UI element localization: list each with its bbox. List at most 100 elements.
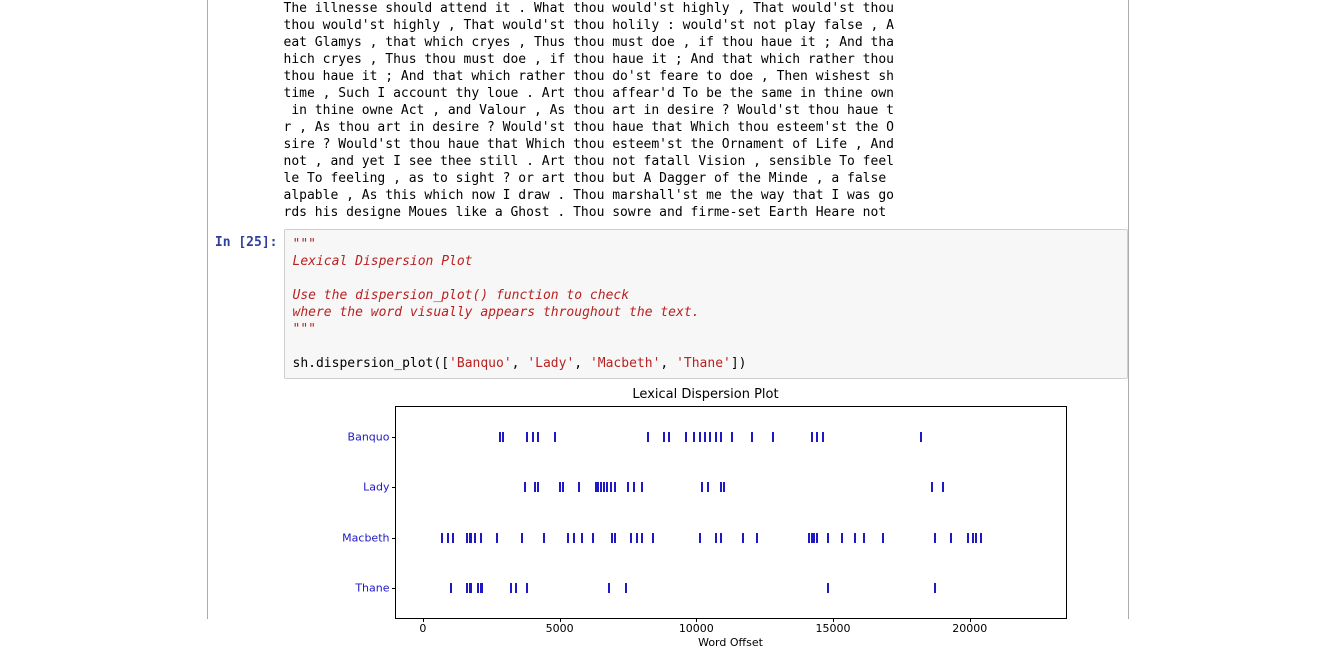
- dispersion-mark: [663, 432, 665, 442]
- dispersion-mark: [772, 432, 774, 442]
- ytick-label: Banquo: [348, 431, 390, 444]
- dispersion-mark: [742, 533, 744, 543]
- dispersion-mark: [524, 482, 526, 492]
- dispersion-mark: [699, 533, 701, 543]
- output-text-cell: The illnesse should attend it . What tho…: [208, 0, 1128, 229]
- dispersion-mark: [447, 533, 449, 543]
- dispersion-mark: [715, 432, 717, 442]
- dispersion-mark: [751, 432, 753, 442]
- dispersion-mark: [699, 432, 701, 442]
- dispersion-mark: [720, 432, 722, 442]
- xtick-label: 15000: [816, 622, 851, 635]
- dispersion-mark: [731, 432, 733, 442]
- dispersion-mark: [816, 533, 818, 543]
- dispersion-mark: [704, 432, 706, 442]
- plot-area: BanquoLadyMacbethThane050001000015000200…: [395, 406, 1067, 619]
- xlabel: Word Offset: [698, 636, 763, 649]
- dispersion-mark: [756, 533, 758, 543]
- dispersion-mark: [882, 533, 884, 543]
- dispersion-mark: [693, 432, 695, 442]
- dispersion-mark: [972, 533, 974, 543]
- dispersion-mark: [559, 482, 561, 492]
- dispersion-mark: [709, 432, 711, 442]
- dispersion-mark: [502, 432, 504, 442]
- dispersion-mark: [521, 533, 523, 543]
- dispersion-mark: [450, 583, 452, 593]
- dispersion-mark: [614, 533, 616, 543]
- dispersion-mark: [597, 482, 599, 492]
- dispersion-mark: [723, 482, 725, 492]
- ytick-label: Lady: [363, 481, 389, 494]
- xtick-label: 0: [419, 622, 426, 635]
- dispersion-mark: [515, 583, 517, 593]
- dispersion-mark: [499, 432, 501, 442]
- dispersion-mark: [827, 533, 829, 543]
- dispersion-mark: [567, 533, 569, 543]
- dispersion-mark: [863, 533, 865, 543]
- dispersion-mark: [630, 533, 632, 543]
- xtick-label: 10000: [679, 622, 714, 635]
- dispersion-mark: [934, 583, 936, 593]
- dispersion-mark: [641, 533, 643, 543]
- dispersion-mark: [715, 533, 717, 543]
- dispersion-mark: [610, 482, 612, 492]
- xtick-label: 20000: [952, 622, 987, 635]
- ytick-label: Macbeth: [342, 531, 389, 544]
- dispersion-mark: [510, 583, 512, 593]
- dispersion-mark: [470, 583, 472, 593]
- dispersion-mark: [975, 533, 977, 543]
- dispersion-mark: [466, 583, 468, 593]
- dispersion-mark: [532, 432, 534, 442]
- dispersion-mark: [980, 533, 982, 543]
- dispersion-mark: [573, 533, 575, 543]
- dispersion-mark: [581, 533, 583, 543]
- dispersion-mark: [811, 432, 813, 442]
- code-cell: In [25]: """ Lexical Dispersion Plot Use…: [208, 229, 1128, 379]
- dispersion-mark: [920, 432, 922, 442]
- dispersion-mark: [496, 533, 498, 543]
- dispersion-mark: [685, 432, 687, 442]
- dispersion-mark: [647, 432, 649, 442]
- dispersion-mark: [526, 432, 528, 442]
- dispersion-mark: [967, 533, 969, 543]
- dispersion-mark: [633, 482, 635, 492]
- dispersion-mark: [452, 533, 454, 543]
- dispersion-mark: [720, 533, 722, 543]
- dispersion-mark: [608, 583, 610, 593]
- dispersion-mark: [652, 533, 654, 543]
- dispersion-mark: [701, 482, 703, 492]
- dispersion-mark: [931, 482, 933, 492]
- ytick-label: Thane: [355, 582, 389, 595]
- dispersion-mark: [614, 482, 616, 492]
- dispersion-mark: [441, 533, 443, 543]
- dispersion-mark: [592, 533, 594, 543]
- dispersion-mark: [720, 482, 722, 492]
- dispersion-mark: [481, 583, 483, 593]
- input-prompt: In [25]:: [208, 229, 284, 379]
- dispersion-mark: [627, 482, 629, 492]
- dispersion-mark: [537, 432, 539, 442]
- code-input-area[interactable]: """ Lexical Dispersion Plot Use the disp…: [284, 229, 1128, 379]
- dispersion-mark: [813, 533, 815, 543]
- dispersion-mark: [600, 482, 602, 492]
- dispersion-mark: [606, 482, 608, 492]
- output-text: The illnesse should attend it . What tho…: [284, 0, 1128, 229]
- dispersion-mark: [641, 482, 643, 492]
- dispersion-mark: [474, 533, 476, 543]
- dispersion-mark: [537, 482, 539, 492]
- dispersion-mark: [562, 482, 564, 492]
- dispersion-mark: [822, 432, 824, 442]
- dispersion-mark: [603, 482, 605, 492]
- dispersion-mark: [595, 482, 597, 492]
- dispersion-mark: [466, 533, 468, 543]
- dispersion-mark: [578, 482, 580, 492]
- dispersion-mark: [827, 583, 829, 593]
- plot-output: Lexical Dispersion Plot BanquoLadyMacbet…: [208, 379, 1128, 619]
- plot-title: Lexical Dispersion Plot: [284, 387, 1128, 402]
- dispersion-mark: [808, 533, 810, 543]
- dispersion-mark: [480, 533, 482, 543]
- dispersion-mark: [668, 432, 670, 442]
- dispersion-mark: [543, 533, 545, 543]
- dispersion-mark: [841, 533, 843, 543]
- dispersion-mark: [942, 482, 944, 492]
